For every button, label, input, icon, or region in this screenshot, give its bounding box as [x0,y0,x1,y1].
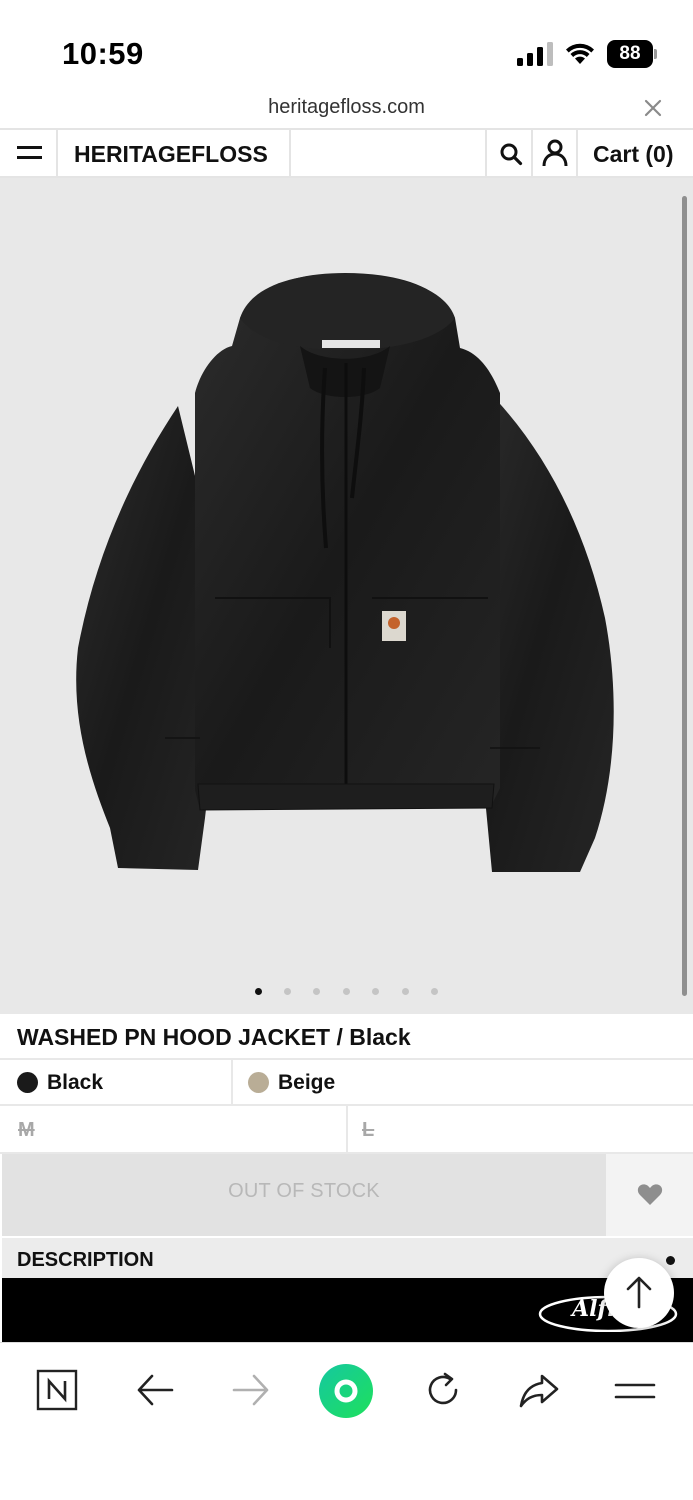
page-scrollbar[interactable] [682,196,687,996]
menu-icon [17,146,42,149]
home-circle-icon [319,1364,373,1418]
account-button[interactable] [531,130,576,176]
size-options: M L [0,1106,693,1154]
url-bar[interactable]: heritagefloss.com [0,90,693,128]
naver-icon [36,1369,78,1411]
product-title: WASHED PN HOOD JACKET / Black [0,1014,693,1060]
color-option-label: Black [47,1071,104,1094]
home-button[interactable] [318,1363,374,1419]
description-banner: Alfred [2,1278,693,1342]
user-icon [542,139,568,167]
color-swatch-black [17,1072,38,1093]
scroll-to-top-button[interactable] [604,1258,674,1328]
search-icon [500,143,523,166]
menu-lines-icon [614,1383,656,1399]
reload-button[interactable] [418,1365,468,1415]
product-image-jacket[interactable] [0,178,693,1014]
wishlist-button[interactable] [606,1154,693,1236]
battery-level: 88 [607,40,653,68]
color-option-beige[interactable]: Beige [248,1060,468,1104]
gallery-dot-5[interactable] [372,988,379,995]
battery-icon: 88 [607,40,657,68]
signal-icon [517,42,553,66]
forward-arrow-icon [232,1374,269,1406]
browser-toolbar [0,1342,693,1500]
product-image-gallery[interactable] [0,178,693,1014]
site-logo[interactable]: HERITAGEFLOSS [58,130,291,176]
arrow-up-icon [626,1276,652,1309]
description-toggle[interactable]: DESCRIPTION [2,1238,693,1278]
color-option-black[interactable]: Black [17,1060,227,1104]
out-of-stock-button[interactable]: OUT OF STOCK [2,1154,606,1236]
gallery-dot-7[interactable] [431,988,438,995]
color-options: Black Beige [0,1060,693,1106]
gallery-dot-1[interactable] [255,988,262,995]
naver-button[interactable] [32,1365,82,1415]
description-indicator [666,1256,675,1265]
close-icon[interactable] [644,94,662,124]
size-option-m[interactable]: M [18,1106,35,1152]
gallery-dot-2[interactable] [284,988,291,995]
reload-icon [428,1372,458,1405]
status-bar: 10:59 88 [0,0,693,90]
site-header: HERITAGEFLOSS Cart (0) [0,128,693,178]
status-time: 10:59 [62,36,144,71]
back-button[interactable] [130,1365,180,1415]
url-text[interactable]: heritagefloss.com [0,96,693,119]
size-option-l[interactable]: L [362,1106,374,1152]
cart-button[interactable]: Cart (0) [576,130,693,176]
gallery-dot-3[interactable] [313,988,320,995]
share-button[interactable] [514,1365,564,1415]
heart-icon [637,1184,663,1205]
wifi-icon [566,43,594,64]
gallery-pagination[interactable] [250,988,450,998]
search-button[interactable] [485,130,531,176]
browser-menu-button[interactable] [610,1365,660,1415]
menu-button[interactable] [0,130,58,176]
share-icon [519,1374,559,1408]
forward-button[interactable] [226,1365,276,1415]
back-arrow-icon [137,1374,174,1406]
color-swatch-beige [248,1072,269,1093]
gallery-dot-6[interactable] [402,988,409,995]
gallery-dot-4[interactable] [343,988,350,995]
color-option-label: Beige [278,1071,336,1094]
